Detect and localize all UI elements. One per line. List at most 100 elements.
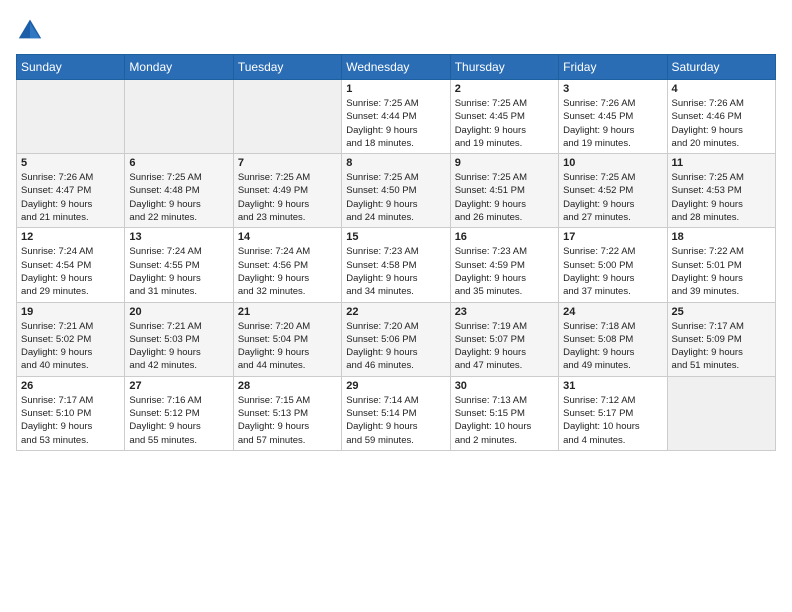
day-info: Sunrise: 7:21 AMSunset: 5:02 PMDaylight:… xyxy=(21,320,120,373)
calendar-cell: 20Sunrise: 7:21 AMSunset: 5:03 PMDayligh… xyxy=(125,302,233,376)
calendar-cell xyxy=(233,80,341,154)
calendar-cell xyxy=(125,80,233,154)
logo-icon xyxy=(16,16,44,44)
calendar-cell: 16 Sunrise: 7:23 AMSunset: 4:59 PMDayligh… xyxy=(450,228,558,302)
day-number: 22 xyxy=(346,306,445,318)
day-info: Sunrise: 7:16 AMSunset: 5:12 PMDaylight:… xyxy=(129,394,228,447)
day-info: Sunrise: 7:25 AMSunset: 4:48 PMDaylight:… xyxy=(129,171,228,224)
col-header-thursday: Thursday xyxy=(450,55,558,80)
calendar-cell: 23Sunrise: 7:19 AMSunset: 5:07 PMDayligh… xyxy=(450,302,558,376)
col-header-saturday: Saturday xyxy=(667,55,775,80)
calendar-cell: 18Sunrise: 7:22 AMSunset: 5:01 PMDayligh… xyxy=(667,228,775,302)
col-header-wednesday: Wednesday xyxy=(342,55,450,80)
day-number: 5 xyxy=(21,157,120,169)
calendar-cell: 7 Sunrise: 7:25 AMSunset: 4:49 PMDaylight… xyxy=(233,154,341,228)
day-number: 31 xyxy=(563,380,662,392)
calendar-cell: 26 Sunrise: 7:17 AMSunset: 5:10 PMDayligh… xyxy=(17,376,125,450)
calendar-cell: 8 Sunrise: 7:25 AMSunset: 4:50 PMDaylight… xyxy=(342,154,450,228)
col-header-sunday: Sunday xyxy=(17,55,125,80)
calendar-cell: 15 Sunrise: 7:23 AMSunset: 4:58 PMDayligh… xyxy=(342,228,450,302)
day-info: Sunrise: 7:23 AMSunset: 4:59 PMDaylight:… xyxy=(455,245,554,298)
calendar-cell: 24 Sunrise: 7:18 AMSunset: 5:08 PMDayligh… xyxy=(559,302,667,376)
day-number: 4 xyxy=(672,83,771,95)
day-number: 6 xyxy=(129,157,228,169)
calendar-cell: 30 Sunrise: 7:13 AMSunset: 5:15 PMDayligh… xyxy=(450,376,558,450)
calendar-cell: 4 Sunrise: 7:26 AMSunset: 4:46 PMDaylight… xyxy=(667,80,775,154)
logo xyxy=(16,16,48,44)
day-info: Sunrise: 7:26 AMSunset: 4:45 PMDaylight:… xyxy=(563,97,662,150)
calendar-cell: 31 Sunrise: 7:12 AMSunset: 5:17 PMDayligh… xyxy=(559,376,667,450)
day-number: 17 xyxy=(563,231,662,243)
calendar-cell: 5 Sunrise: 7:26 AMSunset: 4:47 PMDaylight… xyxy=(17,154,125,228)
day-number: 28 xyxy=(238,380,337,392)
day-info: Sunrise: 7:15 AMSunset: 5:13 PMDaylight:… xyxy=(238,394,337,447)
day-number: 9 xyxy=(455,157,554,169)
day-info: Sunrise: 7:25 AMSunset: 4:50 PMDaylight:… xyxy=(346,171,445,224)
day-number: 1 xyxy=(346,83,445,95)
day-number: 11 xyxy=(672,157,771,169)
day-number: 8 xyxy=(346,157,445,169)
day-info: Sunrise: 7:22 AMSunset: 5:01 PMDaylight:… xyxy=(672,245,771,298)
day-info: Sunrise: 7:25 AMSunset: 4:49 PMDaylight:… xyxy=(238,171,337,224)
day-info: Sunrise: 7:25 AMSunset: 4:51 PMDaylight:… xyxy=(455,171,554,224)
calendar-cell xyxy=(17,80,125,154)
day-info: Sunrise: 7:22 AMSunset: 5:00 PMDaylight:… xyxy=(563,245,662,298)
day-info: Sunrise: 7:12 AMSunset: 5:17 PMDaylight:… xyxy=(563,394,662,447)
day-info: Sunrise: 7:26 AMSunset: 4:46 PMDaylight:… xyxy=(672,97,771,150)
calendar-cell: 10Sunrise: 7:25 AMSunset: 4:52 PMDayligh… xyxy=(559,154,667,228)
day-info: Sunrise: 7:18 AMSunset: 5:08 PMDaylight:… xyxy=(563,320,662,373)
day-info: Sunrise: 7:13 AMSunset: 5:15 PMDaylight:… xyxy=(455,394,554,447)
day-number: 21 xyxy=(238,306,337,318)
day-number: 26 xyxy=(21,380,120,392)
day-info: Sunrise: 7:24 AMSunset: 4:55 PMDaylight:… xyxy=(129,245,228,298)
day-info: Sunrise: 7:24 AMSunset: 4:56 PMDaylight:… xyxy=(238,245,337,298)
day-number: 10 xyxy=(563,157,662,169)
day-number: 3 xyxy=(563,83,662,95)
day-number: 7 xyxy=(238,157,337,169)
calendar-cell: 21Sunrise: 7:20 AMSunset: 5:04 PMDayligh… xyxy=(233,302,341,376)
calendar-cell: 13Sunrise: 7:24 AMSunset: 4:55 PMDayligh… xyxy=(125,228,233,302)
day-info: Sunrise: 7:25 AMSunset: 4:45 PMDaylight:… xyxy=(455,97,554,150)
calendar-week-row: 19Sunrise: 7:21 AMSunset: 5:02 PMDayligh… xyxy=(17,302,776,376)
day-info: Sunrise: 7:20 AMSunset: 5:06 PMDaylight:… xyxy=(346,320,445,373)
day-number: 27 xyxy=(129,380,228,392)
col-header-tuesday: Tuesday xyxy=(233,55,341,80)
calendar-cell: 3 Sunrise: 7:26 AMSunset: 4:45 PMDaylight… xyxy=(559,80,667,154)
calendar-table: SundayMondayTuesdayWednesdayThursdayFrid… xyxy=(16,54,776,451)
calendar-cell: 9 Sunrise: 7:25 AMSunset: 4:51 PMDaylight… xyxy=(450,154,558,228)
day-number: 20 xyxy=(129,306,228,318)
day-number: 16 xyxy=(455,231,554,243)
calendar-cell: 25 Sunrise: 7:17 AMSunset: 5:09 PMDayligh… xyxy=(667,302,775,376)
day-number: 23 xyxy=(455,306,554,318)
day-info: Sunrise: 7:17 AMSunset: 5:09 PMDaylight:… xyxy=(672,320,771,373)
day-number: 24 xyxy=(563,306,662,318)
day-number: 30 xyxy=(455,380,554,392)
calendar-header-row: SundayMondayTuesdayWednesdayThursdayFrid… xyxy=(17,55,776,80)
calendar-cell: 2 Sunrise: 7:25 AMSunset: 4:45 PMDaylight… xyxy=(450,80,558,154)
calendar-week-row: 1 Sunrise: 7:25 AMSunset: 4:44 PMDaylight… xyxy=(17,80,776,154)
day-info: Sunrise: 7:17 AMSunset: 5:10 PMDaylight:… xyxy=(21,394,120,447)
calendar-cell: 12Sunrise: 7:24 AMSunset: 4:54 PMDayligh… xyxy=(17,228,125,302)
day-number: 14 xyxy=(238,231,337,243)
day-info: Sunrise: 7:23 AMSunset: 4:58 PMDaylight:… xyxy=(346,245,445,298)
day-info: Sunrise: 7:14 AMSunset: 5:14 PMDaylight:… xyxy=(346,394,445,447)
day-number: 12 xyxy=(21,231,120,243)
day-info: Sunrise: 7:26 AMSunset: 4:47 PMDaylight:… xyxy=(21,171,120,224)
day-info: Sunrise: 7:25 AMSunset: 4:44 PMDaylight:… xyxy=(346,97,445,150)
calendar-cell: 14 Sunrise: 7:24 AMSunset: 4:56 PMDayligh… xyxy=(233,228,341,302)
calendar-cell: 11Sunrise: 7:25 AMSunset: 4:53 PMDayligh… xyxy=(667,154,775,228)
page-header xyxy=(16,16,776,44)
calendar-cell xyxy=(667,376,775,450)
col-header-friday: Friday xyxy=(559,55,667,80)
calendar-week-row: 26 Sunrise: 7:17 AMSunset: 5:10 PMDayligh… xyxy=(17,376,776,450)
calendar-cell: 6 Sunrise: 7:25 AMSunset: 4:48 PMDaylight… xyxy=(125,154,233,228)
col-header-monday: Monday xyxy=(125,55,233,80)
calendar-cell: 19Sunrise: 7:21 AMSunset: 5:02 PMDayligh… xyxy=(17,302,125,376)
day-number: 25 xyxy=(672,306,771,318)
calendar-cell: 29 Sunrise: 7:14 AMSunset: 5:14 PMDayligh… xyxy=(342,376,450,450)
day-number: 29 xyxy=(346,380,445,392)
calendar-week-row: 5 Sunrise: 7:26 AMSunset: 4:47 PMDaylight… xyxy=(17,154,776,228)
day-number: 2 xyxy=(455,83,554,95)
day-number: 15 xyxy=(346,231,445,243)
calendar-cell: 22 Sunrise: 7:20 AMSunset: 5:06 PMDayligh… xyxy=(342,302,450,376)
